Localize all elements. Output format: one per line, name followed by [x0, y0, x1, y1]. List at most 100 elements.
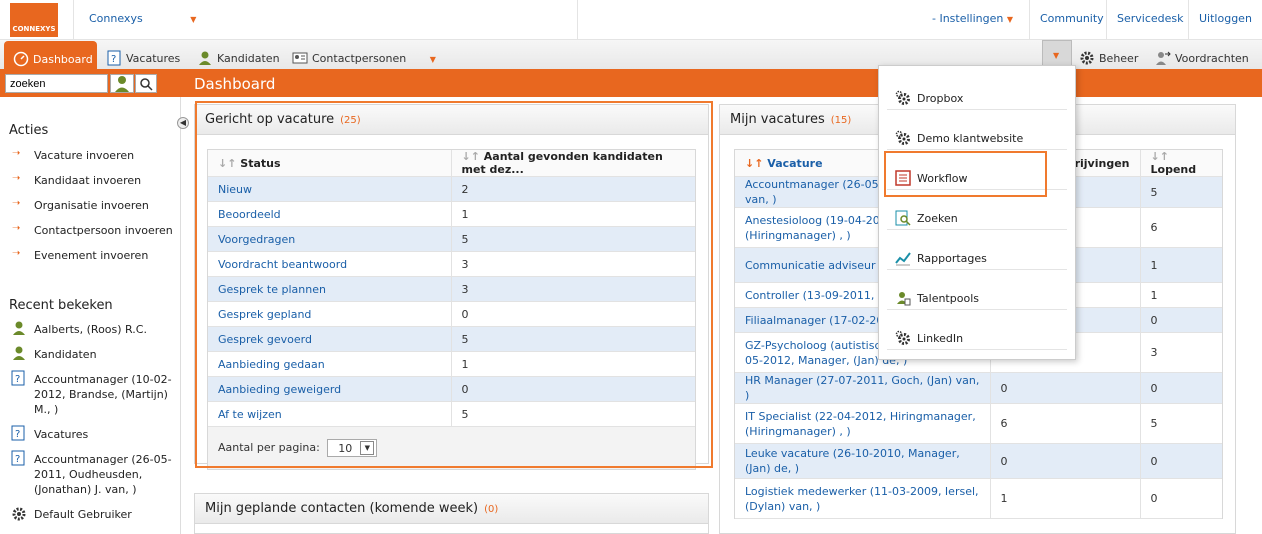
menu-item-rapportages[interactable]: Rapportages	[887, 230, 1067, 270]
vacancy-icon: ?	[11, 450, 25, 466]
lopend-cell: 1	[1140, 247, 1222, 283]
svg-text:?: ?	[111, 54, 116, 65]
vacature-cell[interactable]: Leuke vacature (26-10-2010, Manager, (Ja…	[735, 443, 991, 479]
search-doc-icon	[895, 210, 911, 226]
menu-item-label: Demo klantwebsite	[917, 132, 1024, 145]
company-label: Connexys	[89, 12, 143, 25]
lopend-cell: 0	[1140, 372, 1222, 404]
lopend-cell: 0	[1140, 443, 1222, 479]
menu-item-talentpools[interactable]: Talentpools	[887, 270, 1067, 310]
tab-vacatures[interactable]: ? Vacatures	[106, 44, 180, 69]
panel-header: Mijn geplande contacten (komende week) (0…	[195, 494, 708, 524]
tab-dashboard-label: Dashboard	[33, 53, 93, 66]
menu-item-demo-klantwebsite[interactable]: Demo klantwebsite	[887, 110, 1067, 150]
tab-beheer-label: Beheer	[1099, 52, 1139, 65]
person-icon	[13, 346, 25, 360]
recent-item[interactable]: Accountmanager (10-02-2012, Brandse, (Ma…	[34, 372, 174, 417]
lopend-cell: 6	[1140, 207, 1222, 248]
col-header-lopend[interactable]: ↓↑ Lopend	[1140, 150, 1222, 177]
table-row[interactable]: IT Specialist (22-04-2012, Hiringmanager…	[735, 403, 1222, 444]
connexys-logo[interactable]: CONNEXYS	[10, 3, 58, 37]
page-title: Dashboard	[194, 75, 276, 93]
menu-item-linkedin[interactable]: LinkedIn	[887, 310, 1067, 350]
panel-count: (0)	[484, 504, 499, 515]
chart-icon	[895, 250, 911, 266]
settings-label: - Instellingen	[932, 12, 1004, 25]
sidebar-action-kandidaat[interactable]: Kandidaat invoeren	[34, 173, 141, 188]
search-button[interactable]	[135, 74, 157, 93]
recent-item[interactable]: Default Gebruiker	[34, 507, 132, 522]
sidebar-action-evenement[interactable]: Evenement invoeren	[34, 248, 148, 263]
col-header-label: Vacature	[767, 156, 823, 170]
tab-voordrachten-label: Voordrachten	[1175, 52, 1249, 65]
lopend-cell: 5	[1140, 403, 1222, 444]
servicedesk-link[interactable]: Servicedesk	[1117, 12, 1184, 25]
dashboard-icon	[13, 51, 29, 67]
menu-item-label: Talentpools	[917, 292, 979, 305]
tab-contactpersonen[interactable]: Contactpersonen ▼	[292, 44, 436, 69]
vacature-cell[interactable]: IT Specialist (22-04-2012, Hiringmanager…	[735, 403, 991, 444]
recent-item[interactable]: Accountmanager (26-05-2011, Oudheusden, …	[34, 452, 174, 497]
vacancy-icon: ?	[106, 50, 122, 66]
highlight-frame	[195, 101, 713, 468]
recent-item[interactable]: Aalberts, (Roos) R.C.	[34, 322, 147, 337]
inschrijvingen-cell: 6	[990, 403, 1141, 444]
vacature-cell[interactable]: Logistiek medewerker (11-03-2009, Iersel…	[735, 478, 991, 519]
sidebar-divider	[180, 97, 181, 534]
contact-card-icon	[292, 50, 308, 66]
table-row[interactable]: Leuke vacature (26-10-2010, Manager, (Ja…	[735, 443, 1222, 479]
vacature-cell[interactable]: HR Manager (27-07-2011, Goch, (Jan) van,…	[735, 372, 991, 404]
menu-item-dropbox[interactable]: Dropbox	[887, 70, 1067, 110]
tab-voordrachten[interactable]: Voordrachten	[1155, 44, 1249, 69]
sidebar-action-vacature[interactable]: Vacature invoeren	[34, 148, 134, 163]
chevron-down-icon[interactable]: ▼	[430, 55, 436, 64]
chevron-down-icon: ▼	[1006, 15, 1014, 24]
col-header-label: Lopend	[1150, 163, 1197, 176]
collapse-sidebar-button[interactable]: ◀	[177, 117, 189, 129]
sidebar-action-contactpersoon[interactable]: Contactpersoon invoeren	[34, 223, 173, 238]
community-link[interactable]: Community	[1040, 12, 1104, 25]
sidebar-action-organisatie[interactable]: Organisatie invoeren	[34, 198, 149, 213]
talentpool-icon	[895, 290, 911, 306]
person-icon	[115, 76, 129, 92]
sort-icon: ↓↑	[745, 156, 764, 170]
svg-text:?: ?	[15, 374, 20, 385]
panel-title: Mijn vacatures	[730, 112, 825, 127]
table-row[interactable]: Logistiek medewerker (11-03-2009, Iersel…	[735, 478, 1222, 519]
person-icon	[197, 50, 213, 66]
chevron-down-icon: ▼	[190, 15, 197, 24]
panel-geplande-contacten: Mijn geplande contacten (komende week) (0…	[194, 493, 709, 534]
vacancy-icon: ?	[11, 370, 25, 386]
tab-kandidaten-label: Kandidaten	[217, 52, 280, 65]
tab-beheer[interactable]: Beheer	[1079, 44, 1138, 69]
gear-icon	[895, 330, 911, 346]
recent-heading: Recent bekeken	[9, 298, 113, 313]
tab-vacatures-label: Vacatures	[126, 52, 181, 65]
settings-menu[interactable]: - Instellingen ▼	[932, 12, 1013, 25]
lopend-cell: 5	[1140, 176, 1222, 208]
sidebar: Acties ➝ Vacature invoeren ➝ Kandidaat i…	[0, 97, 175, 534]
tab-kandidaten[interactable]: Kandidaten	[197, 44, 280, 69]
menu-item-label: LinkedIn	[917, 332, 964, 345]
tab-dashboard[interactable]: Dashboard	[4, 41, 97, 69]
workflow-highlight	[884, 151, 1047, 197]
inschrijvingen-cell: 0	[990, 372, 1141, 404]
menu-item-label: Zoeken	[917, 212, 958, 225]
top-bar: CONNEXYS Connexys ▼ - Instellingen ▼ Com…	[0, 0, 1262, 40]
panel-count: (15)	[830, 115, 852, 126]
search-input[interactable]	[5, 74, 108, 93]
recent-item[interactable]: Kandidaten	[34, 347, 97, 362]
arrow-icon: ➝	[12, 148, 21, 159]
more-menu-dropdown: Dropbox Demo klantwebsite Workflow Zoeken Ra…	[878, 65, 1076, 360]
gear-icon	[12, 507, 26, 521]
chevron-left-icon: ◀	[179, 118, 187, 127]
recent-item[interactable]: Vacatures	[34, 427, 88, 442]
table-row[interactable]: HR Manager (27-07-2011, Goch, (Jan) van,…	[735, 372, 1222, 404]
lopend-cell: 0	[1140, 478, 1222, 519]
gear-icon	[895, 130, 911, 146]
logout-link[interactable]: Uitloggen	[1199, 12, 1252, 25]
svg-text:?: ?	[15, 454, 20, 465]
company-selector[interactable]: Connexys ▼	[89, 12, 196, 25]
candidate-search-button[interactable]	[110, 74, 134, 93]
acties-heading: Acties	[9, 123, 49, 138]
